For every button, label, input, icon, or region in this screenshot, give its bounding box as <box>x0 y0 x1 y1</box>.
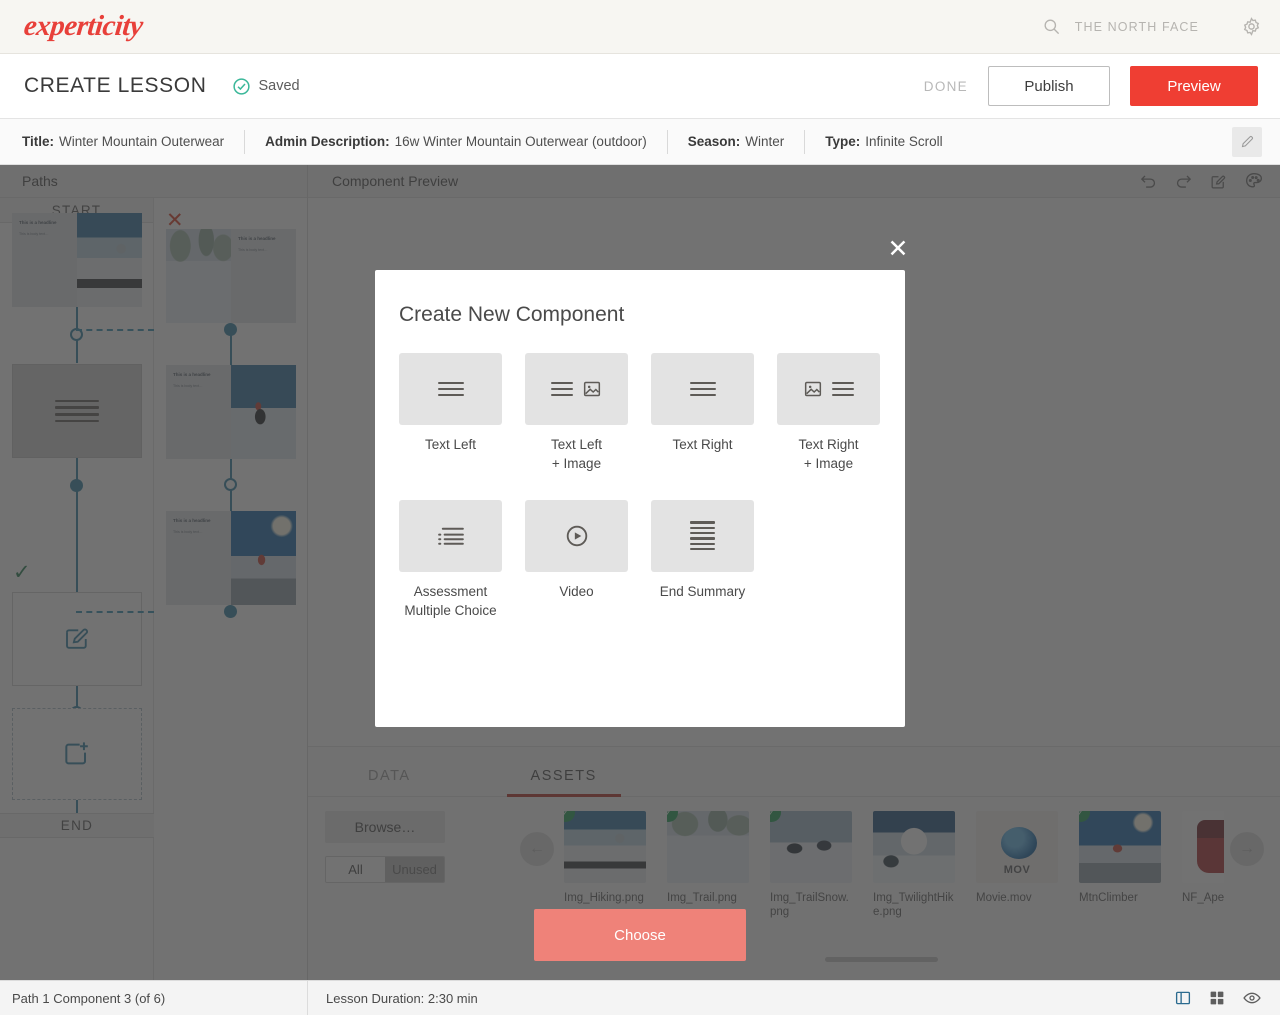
option-label: Text Right <box>672 437 733 452</box>
status-bar: Path 1 Component 3 (of 6) Lesson Duratio… <box>0 980 1280 1015</box>
option-label: Video <box>559 583 594 599</box>
image-icon <box>803 379 823 399</box>
option-tile <box>525 499 628 572</box>
meta-edit-button[interactable] <box>1232 126 1262 157</box>
lesson-duration: Lesson Duration: 2:30 min <box>326 990 478 1006</box>
meta-field-type: Type: Infinite Scroll <box>804 129 962 154</box>
component-option-assessment-multiple-choice[interactable]: Assessment Multiple Choice <box>399 499 502 621</box>
meta-value: Infinite Scroll <box>865 134 943 149</box>
component-option-text-right-image[interactable]: Text Right + Image <box>777 353 880 474</box>
view-mode-controls <box>1174 988 1262 1008</box>
component-type-grid: Text Left Text Left + Image Text Right T… <box>399 353 881 621</box>
option-tile <box>525 353 628 425</box>
search-icon[interactable] <box>1042 17 1061 36</box>
option-tile <box>399 499 502 572</box>
done-label[interactable]: DONE <box>924 79 968 94</box>
save-status: Saved <box>232 77 300 96</box>
split-panel-icon[interactable] <box>1174 989 1192 1007</box>
action-bar: CREATE LESSON Saved DONE Publish Preview <box>0 54 1280 119</box>
option-tile <box>777 353 880 425</box>
text-lines-icon <box>832 382 854 396</box>
eye-preview-icon[interactable] <box>1242 988 1262 1008</box>
meta-field-season: Season: Winter <box>666 129 805 154</box>
option-tile <box>651 499 754 572</box>
paragraph-lines-icon <box>690 521 715 551</box>
meta-key: Title: <box>22 134 55 149</box>
meta-value: 16w Winter Mountain Outerwear (outdoor) <box>394 134 647 149</box>
component-option-text-left-image[interactable]: Text Left + Image <box>525 353 628 474</box>
gear-icon[interactable] <box>1241 16 1262 37</box>
option-tile <box>399 353 502 425</box>
brand-bar-right: THE NORTH FACE <box>1042 16 1262 37</box>
option-label: Assessment Multiple Choice <box>404 583 497 618</box>
check-circle-icon <box>232 77 251 96</box>
component-position: Path 1 Component 3 (of 6) <box>0 980 308 1015</box>
component-option-end-summary[interactable]: End Summary <box>651 499 754 621</box>
brand-bar: experticity THE NORTH FACE <box>0 0 1280 54</box>
meta-field-title: Title: Winter Mountain Outerwear <box>0 130 244 154</box>
experticity-logo[interactable]: experticity <box>22 10 144 43</box>
meta-value: Winter Mountain Outerwear <box>59 134 225 149</box>
preview-button[interactable]: Preview <box>1130 66 1258 106</box>
option-label: Text Right + Image <box>798 437 859 471</box>
action-bar-right: DONE Publish Preview <box>924 66 1258 106</box>
publish-button[interactable]: Publish <box>988 66 1110 106</box>
grid-view-icon[interactable] <box>1208 989 1226 1007</box>
component-option-text-right[interactable]: Text Right <box>651 353 754 474</box>
text-lines-icon <box>551 382 573 396</box>
choose-button[interactable]: Choose <box>534 909 746 961</box>
component-option-video[interactable]: Video <box>525 499 628 621</box>
modal-title: Create New Component <box>399 303 625 326</box>
lesson-meta-bar: Title: Winter Mountain Outerwear Admin D… <box>0 119 1280 165</box>
page-title: CREATE LESSON <box>24 74 207 97</box>
option-tile <box>651 353 754 425</box>
text-lines-icon <box>689 382 716 396</box>
text-lines-icon <box>437 382 464 396</box>
close-icon[interactable]: ✕ <box>884 236 912 264</box>
option-label: Text Left <box>424 437 477 452</box>
component-option-text-left[interactable]: Text Left <box>399 353 502 474</box>
meta-key: Admin Description: <box>265 134 390 149</box>
meta-field-admin-description: Admin Description: 16w Winter Mountain O… <box>244 129 667 154</box>
pencil-icon <box>1240 134 1255 149</box>
create-component-modal: Create New Component Text Left Text Left… <box>375 270 905 961</box>
option-label: Text Left + Image <box>550 437 603 471</box>
account-name[interactable]: THE NORTH FACE <box>1075 20 1199 34</box>
meta-key: Type: <box>825 134 861 149</box>
meta-value: Winter <box>745 134 785 149</box>
meta-key: Season: <box>687 134 741 149</box>
image-icon <box>582 379 602 399</box>
option-label: End Summary <box>659 583 746 599</box>
app-root: experticity THE NORTH FACE CREATE LESSON <box>0 0 1280 1015</box>
bullet-list-icon <box>434 525 468 547</box>
saved-label: Saved <box>258 78 300 94</box>
play-circle-icon <box>564 523 590 549</box>
